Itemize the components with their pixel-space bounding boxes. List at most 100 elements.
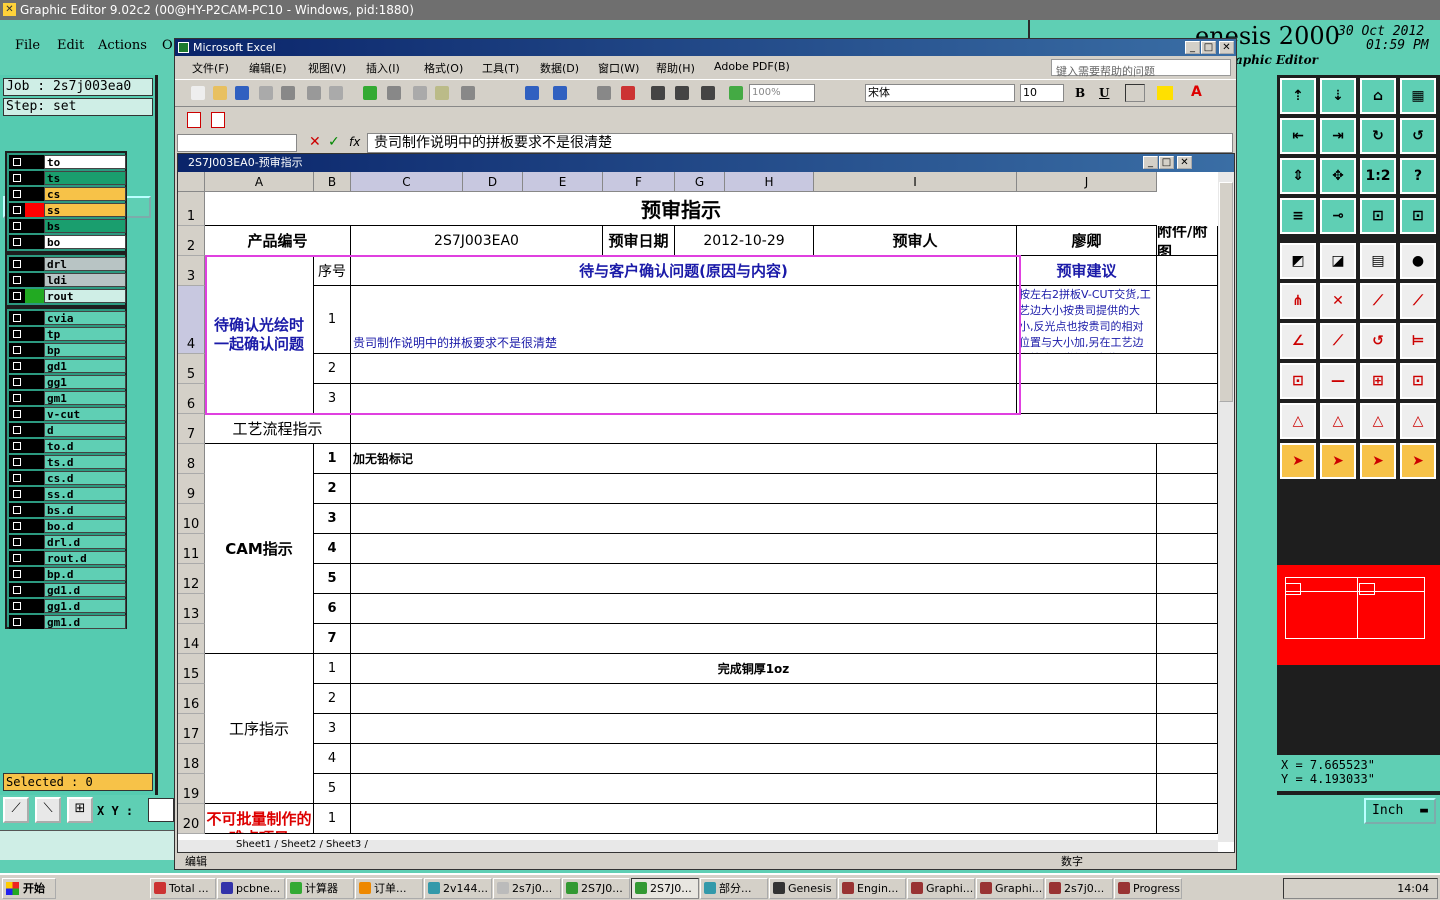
layer-checkbox[interactable] xyxy=(9,171,25,185)
column-header[interactable]: D xyxy=(463,172,523,192)
proc-text-cell[interactable] xyxy=(351,744,1157,774)
attach-label-cell[interactable]: 附件/附图 xyxy=(1157,226,1218,256)
edit-tool-button[interactable]: — xyxy=(1320,363,1356,399)
attach-cell[interactable] xyxy=(1157,564,1218,594)
edit-tool-button[interactable]: ⊨ xyxy=(1400,323,1436,359)
layer-row[interactable]: tp xyxy=(9,327,126,341)
attach-cell[interactable] xyxy=(1157,504,1218,534)
proc-label-cell[interactable]: 工序指示 xyxy=(205,654,314,804)
layer-checkbox[interactable] xyxy=(9,343,25,357)
layer-row[interactable]: gm1.d xyxy=(9,615,126,629)
menu-edit[interactable]: 编辑(E) xyxy=(249,60,287,76)
toolbar-icon[interactable] xyxy=(259,86,273,100)
xy-input[interactable] xyxy=(148,798,174,822)
layer-row[interactable]: ts xyxy=(9,171,126,185)
ge-menu-actions[interactable]: Actions xyxy=(98,38,147,53)
toolbar-icon[interactable] xyxy=(307,86,321,100)
layer-row[interactable]: bp xyxy=(9,343,126,357)
taskbar-button[interactable]: 部分... xyxy=(700,878,768,899)
row-header[interactable]: 9 xyxy=(178,474,205,504)
confirm-icon[interactable]: ✓ xyxy=(328,134,340,150)
layer-checkbox[interactable] xyxy=(9,187,25,201)
units-button[interactable]: Inch ▬ xyxy=(1364,798,1436,824)
layer-checkbox[interactable] xyxy=(9,599,25,613)
tool-button[interactable]: ≡ xyxy=(1280,198,1316,234)
layer-row[interactable]: cs.d xyxy=(9,471,126,485)
pdf-convert-icon[interactable] xyxy=(187,112,201,128)
attach-cell[interactable] xyxy=(1157,384,1218,414)
layer-row[interactable]: v-cut xyxy=(9,407,126,421)
edit-tool-button[interactable]: △ xyxy=(1280,403,1316,439)
edit-tool-button[interactable]: ⊡ xyxy=(1280,363,1316,399)
layer-row[interactable]: rout.d xyxy=(9,551,126,565)
ge-menu-options[interactable]: O xyxy=(162,38,173,53)
tool-button[interactable]: ⇕ xyxy=(1280,158,1316,194)
toolbar-icon[interactable] xyxy=(525,86,539,100)
row-header[interactable]: 16 xyxy=(178,684,205,714)
layer-row[interactable]: to.d xyxy=(9,439,126,453)
proc-seq-cell[interactable]: 1 xyxy=(314,654,351,684)
tool-button[interactable]: ⊡ xyxy=(1360,198,1396,234)
edit-tool-button[interactable]: ▤ xyxy=(1360,243,1396,279)
tool-button[interactable]: ⊡ xyxy=(1400,198,1436,234)
column-header[interactable]: J xyxy=(1017,172,1157,192)
layer-row[interactable]: rout xyxy=(9,289,126,303)
menu-data[interactable]: 数据(D) xyxy=(540,60,579,76)
attach-cell[interactable] xyxy=(1157,804,1218,834)
tool-button[interactable]: ↺ xyxy=(1400,118,1436,154)
row-header[interactable]: 11 xyxy=(178,534,205,564)
layer-checkbox[interactable] xyxy=(9,423,25,437)
toolbar-icon[interactable] xyxy=(281,86,295,100)
layer-row[interactable]: ts.d xyxy=(9,455,126,469)
taskbar-button[interactable]: 2v144... xyxy=(424,878,492,899)
start-button[interactable]: 开始 xyxy=(2,878,56,899)
underline-icon[interactable]: U xyxy=(1099,86,1109,100)
edit-tool-button[interactable]: ⟋ xyxy=(1320,323,1356,359)
menu-file[interactable]: 文件(F) xyxy=(192,60,229,76)
cam-seq-cell[interactable]: 4 xyxy=(314,534,351,564)
process-cell[interactable] xyxy=(351,414,1218,444)
menu-view[interactable]: 视图(V) xyxy=(308,60,346,76)
layer-checkbox[interactable] xyxy=(9,311,25,325)
process-label-cell[interactable]: 工艺流程指示 xyxy=(205,414,351,444)
cam-text-cell[interactable] xyxy=(351,534,1157,564)
row-header[interactable]: 6 xyxy=(178,384,205,414)
layer-row[interactable]: gg1 xyxy=(9,375,126,389)
cam-text-cell[interactable] xyxy=(351,474,1157,504)
proc-text-cell[interactable]: 完成铜厚1oz xyxy=(351,654,1157,684)
tool-button[interactable]: ▦ xyxy=(1400,78,1436,114)
reviewer-cell[interactable]: 廖卿 xyxy=(1017,226,1157,256)
attach-cell[interactable] xyxy=(1157,286,1218,354)
wb-maximize-button[interactable]: □ xyxy=(1159,156,1174,169)
layer-row[interactable]: bo.d xyxy=(9,519,126,533)
toolbar-icon[interactable] xyxy=(729,86,743,100)
menu-insert[interactable]: 插入(I) xyxy=(366,60,400,76)
attach-cell[interactable] xyxy=(1157,684,1218,714)
fill-color-icon[interactable] xyxy=(1157,86,1173,100)
attach-cell[interactable] xyxy=(1157,774,1218,804)
taskbar-button[interactable]: pcbne... xyxy=(217,878,285,899)
font-color-icon[interactable]: A xyxy=(1191,84,1202,100)
taskbar-button[interactable]: 2s7j0... xyxy=(1045,878,1113,899)
sheet-title-cell[interactable]: 预审指示 xyxy=(205,192,1157,226)
column-header[interactable]: F xyxy=(603,172,675,192)
layer-checkbox[interactable] xyxy=(9,439,25,453)
layer-row[interactable]: gg1.d xyxy=(9,599,126,613)
attach-cell[interactable] xyxy=(1157,256,1218,286)
maximize-button[interactable]: □ xyxy=(1201,41,1216,54)
row-header[interactable]: 12 xyxy=(178,564,205,594)
taskbar-button[interactable]: Genesis xyxy=(769,878,837,899)
attach-cell[interactable] xyxy=(1157,444,1218,474)
proc-text-cell[interactable] xyxy=(351,684,1157,714)
tool-button[interactable]: ⇣ xyxy=(1320,78,1356,114)
suggest-header-cell[interactable]: 预审建议 xyxy=(1017,256,1157,286)
row-header[interactable]: 7 xyxy=(178,414,205,444)
layer-row[interactable]: ldi xyxy=(9,273,126,287)
layer-row[interactable]: to xyxy=(9,155,126,169)
cam-text-cell[interactable] xyxy=(351,624,1157,654)
taskbar-button[interactable]: Progress xyxy=(1114,878,1182,899)
row-header[interactable]: 20 xyxy=(178,804,205,834)
menu-window[interactable]: 窗口(W) xyxy=(598,60,639,76)
taskbar-button[interactable]: Engin... xyxy=(838,878,906,899)
taskbar-button[interactable]: 计算器 xyxy=(286,878,354,899)
